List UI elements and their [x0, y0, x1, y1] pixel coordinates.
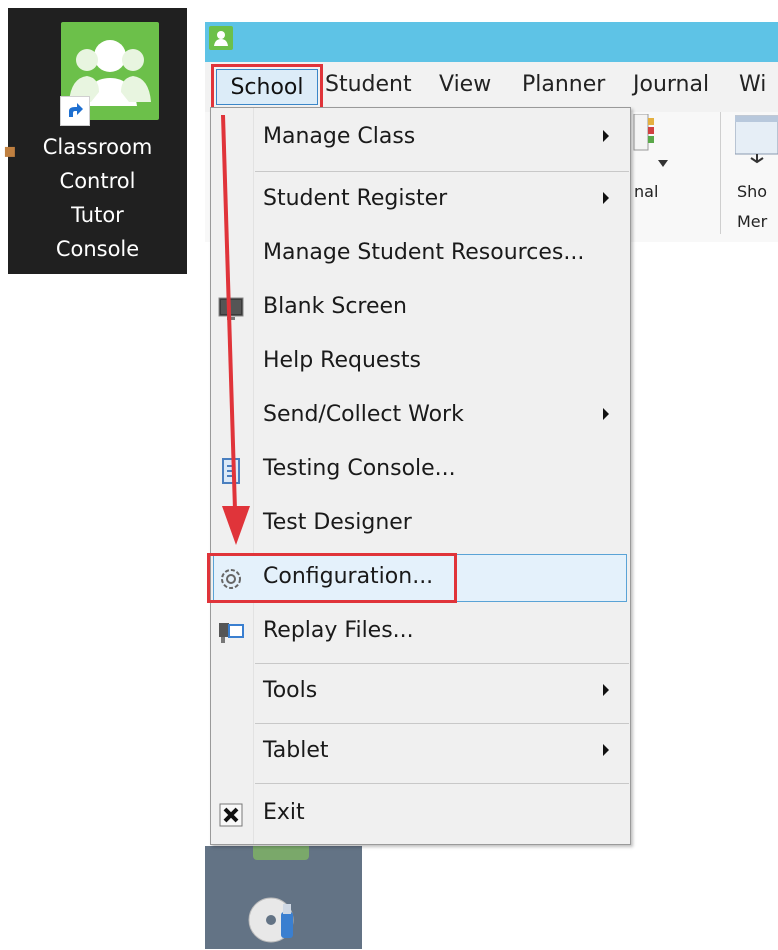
close-icon	[217, 801, 245, 829]
menu-separator	[255, 171, 629, 172]
ribbon-journal-icon[interactable]	[632, 113, 656, 158]
menu-item-label: Tools	[263, 678, 318, 703]
ribbon-separator	[720, 112, 721, 234]
app-icon	[209, 26, 233, 50]
menu-item-label: Manage Class	[263, 124, 416, 149]
menu-item-testing-console[interactable]: Testing Console...	[211, 446, 630, 496]
menu-item-replay-files[interactable]: Replay Files...	[211, 608, 630, 658]
menu-item-manage-class[interactable]: Manage Class	[211, 114, 630, 164]
shortcut-arrow-icon	[60, 96, 90, 126]
shortcut-label-line: Console	[55, 237, 140, 261]
shortcut-label-line: Classroom	[42, 135, 153, 159]
menu-school[interactable]: School	[216, 69, 318, 105]
shortcut-label: Classroom Control Tutor Console	[8, 130, 187, 266]
menu-item-tools[interactable]: Tools	[211, 668, 630, 718]
school-menu-dropdown: Manage Class Student Register Manage Stu…	[210, 107, 631, 845]
menu-item-exit[interactable]: Exit	[211, 790, 630, 840]
shortcut-label-line: Control	[59, 169, 136, 193]
menu-student[interactable]: Student	[325, 72, 412, 97]
menu-item-student-register[interactable]: Student Register	[211, 176, 630, 226]
menu-journal[interactable]: Journal	[633, 72, 709, 97]
submenu-arrow-icon	[603, 130, 609, 142]
desktop-area: ▪ Classroom Control Tutor Console	[3, 8, 187, 274]
ribbon-show-menu-icon[interactable]	[734, 114, 778, 164]
menu-item-test-designer[interactable]: Test Designer	[211, 500, 630, 550]
ribbon-show-label: Sho	[737, 182, 768, 201]
menu-item-label: Student Register	[263, 186, 448, 211]
toolbar-green-tab-icon	[253, 846, 309, 860]
disc-icon[interactable]	[245, 890, 301, 946]
submenu-arrow-icon	[603, 684, 609, 696]
menu-item-help-requests[interactable]: Help Requests	[211, 338, 630, 388]
menu-item-send-collect-work[interactable]: Send/Collect Work	[211, 392, 630, 442]
ribbon-dropdown-arrow-icon[interactable]	[658, 160, 668, 167]
menu-separator	[255, 723, 629, 724]
menu-planner[interactable]: Planner	[522, 72, 605, 97]
menu-view[interactable]: View	[439, 72, 491, 97]
submenu-arrow-icon	[603, 408, 609, 420]
shortcut-label-line: Tutor	[71, 203, 124, 227]
menu-item-label: Blank Screen	[263, 294, 407, 319]
submenu-arrow-icon	[603, 744, 609, 756]
ribbon-journal-label: nal	[634, 182, 659, 201]
menu-item-label: Replay Files...	[263, 618, 414, 643]
menu-item-label: Testing Console...	[263, 456, 456, 481]
menu-item-tablet[interactable]: Tablet	[211, 728, 630, 778]
menu-window[interactable]: Wi	[739, 72, 766, 97]
document-icon	[217, 457, 245, 485]
menu-item-blank-screen[interactable]: Blank Screen	[211, 284, 630, 334]
camera-icon	[217, 619, 245, 647]
menu-school-annotation: School	[211, 64, 323, 110]
menu-item-label: Exit	[263, 800, 305, 825]
menu-item-label: Help Requests	[263, 348, 421, 373]
menu-item-label: Tablet	[263, 738, 329, 763]
menu-bar: School Student View Planner Journal Wi	[205, 62, 778, 113]
left-toolbar	[205, 846, 362, 949]
window-titlebar	[205, 22, 778, 62]
menu-item-label: Test Designer	[263, 510, 412, 535]
menu-separator	[255, 663, 629, 664]
menu-separator	[255, 783, 629, 784]
menu-item-label: Manage Student Resources...	[263, 240, 585, 265]
menu-item-manage-student-resources[interactable]: Manage Student Resources...	[211, 230, 630, 280]
menu-item-label: Send/Collect Work	[263, 402, 464, 427]
ribbon-show-label-2: Mer	[737, 212, 768, 231]
submenu-arrow-icon	[603, 192, 609, 204]
configuration-annotation-box	[207, 553, 457, 603]
monitor-icon	[217, 295, 245, 323]
